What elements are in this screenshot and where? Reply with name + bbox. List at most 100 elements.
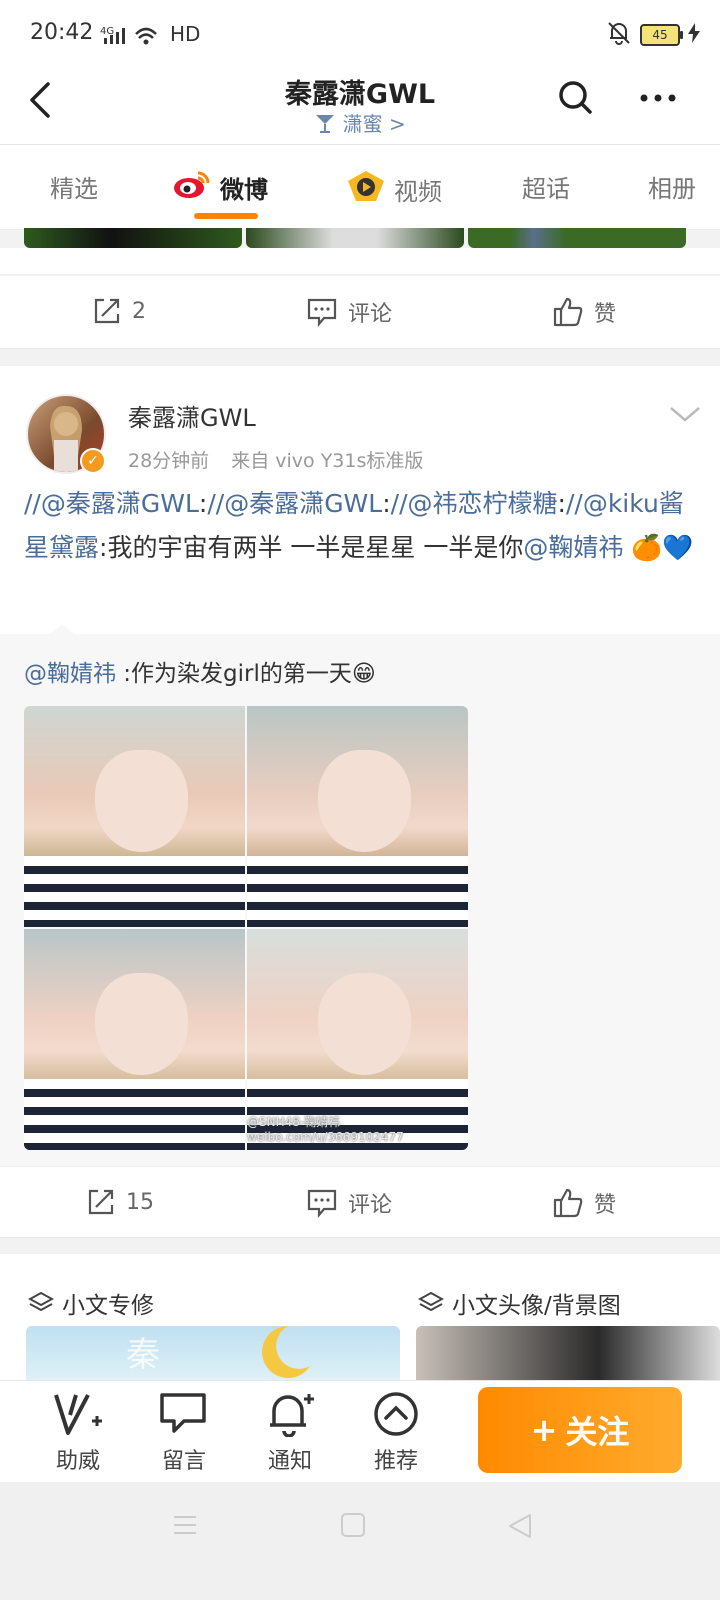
previous-post-images[interactable] — [24, 228, 696, 248]
comment-button[interactable]: 评论 — [306, 1187, 392, 1219]
recommend-label: 推荐 — [373, 1449, 418, 1474]
striped-shirt — [24, 1079, 245, 1150]
tab-weibo[interactable]: 微博 — [172, 169, 268, 205]
profile-header: 秦露潇GWL 潇蜜 > — [0, 70, 720, 144]
layers-icon — [28, 1291, 54, 1312]
previous-image-3[interactable] — [468, 228, 686, 248]
menu-icon[interactable] — [172, 1514, 198, 1540]
previous-post-actions: 2 评论 赞 — [0, 276, 720, 349]
repost-count: 2 — [132, 298, 146, 324]
photo-thumbnail[interactable] — [24, 706, 245, 927]
tab-label: 相册 — [648, 175, 696, 203]
tab-album[interactable]: 相册 — [648, 169, 696, 204]
album-cards: 小文专修 小文头像/背景图 秦 — [0, 1254, 720, 1380]
weibo-logo-icon — [172, 169, 212, 205]
previous-post-bottom — [0, 248, 720, 274]
tab-video[interactable]: 视频 — [346, 169, 442, 209]
image-grid: @SNH48-鞠婧祎 weibo.com/u/3669102477 — [24, 706, 468, 1150]
mute-icon — [606, 20, 632, 50]
chevron-up-circle-icon — [374, 1392, 418, 1436]
thumbs-up-icon — [553, 1188, 583, 1218]
page-title: 秦露潇GWL — [284, 79, 436, 110]
comment-label: 评论 — [348, 302, 393, 327]
search-button[interactable] — [556, 78, 596, 122]
post-author[interactable]: 秦露潇GWL — [128, 398, 256, 433]
comment-icon — [307, 298, 337, 327]
verified-badge-icon: ✓ — [80, 448, 106, 474]
photo-thumbnail[interactable] — [247, 706, 468, 927]
weibo-post: ✓ 秦露潇GWL 28分钟前 来自 vivo Y31s标准版 //@秦露潇GWL… — [0, 366, 720, 1238]
previous-image-1[interactable] — [24, 228, 242, 248]
like-button[interactable]: 赞 — [552, 1187, 616, 1219]
emoji-fragment: 🍊💙 — [623, 533, 694, 562]
notify-label: 通知 — [267, 1449, 312, 1474]
comment-button[interactable]: 评论 — [306, 296, 392, 328]
tab-label: 微博 — [220, 175, 268, 204]
back-nav-icon[interactable] — [506, 1512, 534, 1544]
photo-thumbnail[interactable]: @SNH48-鞠婧祎 weibo.com/u/3669102477 — [247, 929, 468, 1150]
photo-thumbnail[interactable] — [24, 929, 245, 1150]
thumbs-up-icon — [553, 297, 583, 327]
repost-icon — [94, 298, 120, 324]
striped-shirt — [247, 856, 468, 927]
message-icon — [160, 1393, 206, 1433]
like-button[interactable]: 赞 — [552, 296, 616, 328]
face — [94, 973, 188, 1075]
system-navigation-bar — [0, 1482, 720, 1600]
post-time: 28分钟前 — [128, 450, 210, 472]
face — [317, 750, 411, 852]
previous-image-2[interactable] — [246, 228, 464, 248]
layers-icon — [418, 1291, 444, 1312]
charging-icon — [688, 23, 700, 47]
repost-separator: // — [565, 489, 583, 518]
repost-separator: // — [207, 489, 225, 518]
like-label: 赞 — [594, 1193, 617, 1218]
home-icon[interactable] — [340, 1512, 366, 1542]
follow-button[interactable]: + 关注 — [478, 1387, 682, 1473]
video-badge-icon — [346, 169, 386, 209]
text-fragment: : — [557, 489, 566, 518]
tab-label: 精选 — [50, 175, 98, 203]
reposted-content[interactable]: @鞠婧祎 :作为染发girl的第一天😁 @SNH48-鞠婧祎 weibo.com… — [0, 624, 720, 1166]
post-menu-button[interactable] — [668, 404, 702, 428]
chevron-down-icon — [670, 407, 700, 422]
fan-group-link[interactable]: 潇蜜 > — [0, 108, 720, 137]
card-title-1[interactable]: 小文专修 — [28, 1286, 154, 1320]
tab-supertopic[interactable]: 超话 — [522, 169, 570, 204]
card-cover-2[interactable] — [416, 1326, 720, 1380]
repost-count: 15 — [126, 1189, 154, 1215]
plus-icon: + — [530, 1411, 558, 1449]
cheer-button[interactable]: 助威 — [38, 1391, 118, 1475]
active-tab-indicator — [194, 213, 258, 219]
recommend-button[interactable]: 推荐 — [356, 1391, 436, 1475]
repost-button[interactable]: 15 — [86, 1187, 154, 1217]
message-button[interactable]: 留言 — [144, 1391, 224, 1475]
face — [317, 973, 411, 1075]
comment-icon — [307, 1189, 337, 1218]
tab-label: 超话 — [522, 175, 570, 203]
more-icon — [640, 94, 676, 102]
more-button[interactable] — [638, 78, 678, 122]
card-title-label: 小文头像/背景图 — [452, 1293, 621, 1319]
cocktail-icon — [314, 112, 342, 136]
mention-link[interactable]: @秦露潇GWL — [41, 489, 199, 518]
post-meta: 28分钟前 来自 vivo Y31s标准版 — [128, 446, 439, 473]
mention-link[interactable]: @鞠婧祎 — [24, 661, 116, 687]
mention-link[interactable]: @秦露潇GWL — [224, 489, 382, 518]
repost-button[interactable]: 2 — [92, 296, 146, 326]
repost-separator: // — [390, 489, 408, 518]
follow-label: 关注 — [565, 1413, 630, 1451]
striped-shirt — [24, 856, 245, 927]
tab-label: 视频 — [394, 177, 442, 206]
card-cover-1[interactable]: 秦 — [26, 1326, 400, 1380]
notify-button[interactable]: 通知 — [250, 1391, 330, 1475]
post-actions: 15 评论 赞 — [0, 1166, 720, 1238]
mention-link[interactable]: @鞠婧祎 — [523, 533, 623, 562]
card-title-2[interactable]: 小文头像/背景图 — [418, 1286, 621, 1320]
repost-arrow — [50, 624, 74, 634]
mention-link[interactable]: @祎恋柠檬糖 — [408, 489, 558, 518]
text-fragment: :我的宇宙有两半 一半是星星 一半是你 — [99, 533, 524, 562]
face — [94, 750, 188, 852]
bell-plus-icon — [270, 1394, 314, 1437]
tab-featured[interactable]: 精选 — [50, 169, 98, 204]
